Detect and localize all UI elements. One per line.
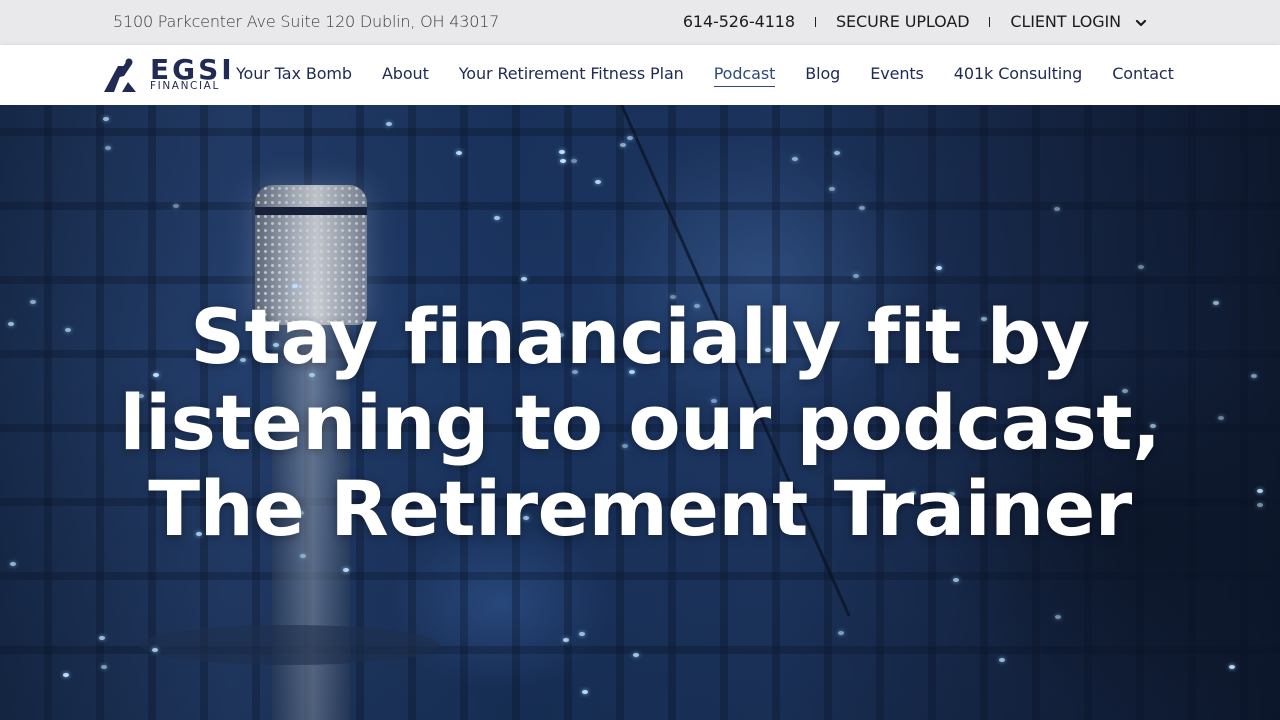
sparkle-particle: [1229, 665, 1235, 669]
sparkle-particle: [63, 673, 69, 677]
sparkle-particle: [559, 150, 565, 154]
utility-links: 614-526-4118 SECURE UPLOAD CLIENT LOGIN: [683, 12, 1148, 31]
sparkle-particle: [859, 206, 865, 210]
secure-upload-link[interactable]: SECURE UPLOAD: [836, 12, 970, 31]
nav-item-401k-consulting[interactable]: 401k Consulting: [954, 64, 1083, 87]
sparkle-particle: [582, 690, 588, 694]
sparkle-particle: [300, 554, 306, 558]
headline-line: Stay financially fit by: [190, 292, 1090, 381]
logo-mark-icon: [104, 58, 136, 92]
nav-item-about[interactable]: About: [382, 64, 429, 87]
egsi-logo[interactable]: EGSI FINANCIAL: [102, 53, 234, 94]
nav-item-events[interactable]: Events: [870, 64, 924, 87]
main-navbar: EGSI FINANCIAL Your Tax Bomb About Your …: [0, 45, 1280, 105]
headline-line: listening to our podcast,: [119, 378, 1161, 467]
sparkle-particle: [829, 187, 835, 191]
sparkle-particle: [1138, 265, 1144, 269]
client-login-dropdown[interactable]: CLIENT LOGIN: [1010, 12, 1148, 31]
sparkle-particle: [343, 568, 349, 572]
sparkle-particle: [152, 648, 158, 652]
sparkle-particle: [999, 658, 1005, 662]
hero-banner: Stay financially fit by listening to our…: [0, 105, 1280, 720]
sparkle-particle: [834, 151, 840, 155]
sparkle-particle: [456, 151, 462, 155]
sparkle-particle: [173, 204, 179, 208]
sparkle-particle: [10, 562, 16, 566]
sparkle-particle: [595, 180, 601, 184]
sparkle-particle: [571, 159, 577, 163]
logo-subtitle: FINANCIAL: [150, 80, 220, 92]
sparkle-particle: [105, 146, 111, 150]
hero-headline: Stay financially fit by listening to our…: [0, 294, 1280, 552]
sparkle-particle: [1055, 615, 1061, 619]
sparkle-particle: [560, 159, 566, 163]
sparkle-particle: [103, 117, 109, 121]
sparkle-particle: [792, 157, 798, 161]
nav-item-contact[interactable]: Contact: [1112, 64, 1174, 87]
sparkle-particle: [633, 653, 639, 657]
sparkle-particle: [99, 636, 105, 640]
sparkle-particle: [101, 665, 107, 669]
headline-line: The Retirement Trainer: [148, 464, 1132, 553]
phone-link[interactable]: 614-526-4118: [683, 12, 795, 31]
sparkle-particle: [953, 578, 959, 582]
top-utility-bar: 5100 Parkcenter Ave Suite 120 Dublin, OH…: [0, 0, 1280, 45]
sparkle-particle: [563, 638, 569, 642]
primary-nav: Your Tax Bomb About Your Retirement Fitn…: [236, 64, 1174, 87]
divider: [989, 16, 991, 27]
sparkle-particle: [386, 122, 392, 126]
sparkle-particle: [936, 266, 942, 270]
sparkle-particle: [838, 631, 844, 635]
sparkle-particle: [853, 274, 859, 278]
client-login-label: CLIENT LOGIN: [1010, 12, 1121, 31]
sparkle-particle: [521, 277, 527, 281]
nav-item-retirement-fitness-plan[interactable]: Your Retirement Fitness Plan: [459, 64, 684, 87]
sparkle-particle: [494, 216, 500, 220]
chevron-down-icon: [1135, 19, 1147, 26]
sparkle-particle: [627, 136, 633, 140]
sparkle-particle: [292, 284, 298, 288]
office-address: 5100 Parkcenter Ave Suite 120 Dublin, OH…: [113, 12, 500, 31]
sparkle-particle: [579, 632, 585, 636]
nav-item-your-tax-bomb[interactable]: Your Tax Bomb: [236, 64, 352, 87]
sparkle-particle: [620, 143, 626, 147]
nav-item-blog[interactable]: Blog: [805, 64, 840, 87]
sparkle-particle: [1054, 207, 1060, 211]
nav-item-podcast[interactable]: Podcast: [713, 64, 775, 87]
divider: [814, 16, 816, 27]
